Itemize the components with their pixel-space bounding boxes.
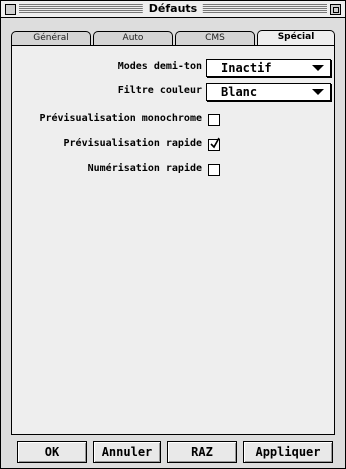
halftone-label: Modes demi-ton bbox=[117, 61, 202, 72]
color-filter-popup[interactable]: Blanc bbox=[206, 83, 331, 101]
reset-button[interactable]: RAZ bbox=[167, 441, 237, 463]
tab-general[interactable]: Général bbox=[11, 31, 91, 45]
checkmark-icon bbox=[210, 137, 220, 149]
color-filter-row: Filtre couleur bbox=[12, 82, 202, 100]
defaults-window: Défauts Général Auto CMS Spécial Modes d… bbox=[0, 0, 346, 469]
fast-scan-checkbox[interactable] bbox=[208, 164, 220, 176]
dropdown-arrow-icon bbox=[312, 89, 324, 95]
tab-bar: Général Auto CMS Spécial bbox=[11, 30, 335, 45]
fast-scan-row: Numérisation rapide bbox=[12, 160, 202, 178]
zoom-box-icon[interactable] bbox=[330, 4, 341, 15]
title-bar[interactable]: Défauts bbox=[1, 1, 345, 18]
fast-preview-label: Prévisualisation rapide bbox=[63, 138, 202, 149]
mono-preview-checkbox[interactable] bbox=[208, 114, 220, 126]
tab-cms[interactable]: CMS bbox=[175, 31, 255, 45]
tab-auto[interactable]: Auto bbox=[93, 31, 173, 45]
ok-button[interactable]: OK bbox=[17, 441, 87, 463]
window-title: Défauts bbox=[142, 1, 204, 17]
halftone-popup[interactable]: Inactif bbox=[206, 59, 331, 77]
color-filter-value: Blanc bbox=[221, 85, 258, 99]
mono-preview-label: Prévisualisation monochrome bbox=[39, 113, 202, 124]
special-settings-panel: Modes demi-ton Inactif Filtre couleur Bl… bbox=[11, 45, 335, 435]
button-bar: OK Annuler RAZ Appliquer bbox=[1, 441, 346, 465]
dropdown-arrow-icon bbox=[312, 65, 324, 71]
halftone-row: Modes demi-ton bbox=[12, 58, 202, 76]
close-box-icon[interactable] bbox=[5, 4, 16, 15]
fast-preview-checkbox[interactable] bbox=[208, 137, 220, 151]
tab-special[interactable]: Spécial bbox=[257, 30, 335, 45]
color-filter-label: Filtre couleur bbox=[117, 85, 202, 96]
apply-button[interactable]: Appliquer bbox=[243, 441, 333, 463]
cancel-button[interactable]: Annuler bbox=[93, 441, 161, 463]
fast-preview-row: Prévisualisation rapide bbox=[12, 135, 202, 153]
fast-scan-label: Numérisation rapide bbox=[87, 163, 202, 174]
halftone-value: Inactif bbox=[221, 61, 272, 75]
mono-preview-row: Prévisualisation monochrome bbox=[12, 110, 202, 128]
